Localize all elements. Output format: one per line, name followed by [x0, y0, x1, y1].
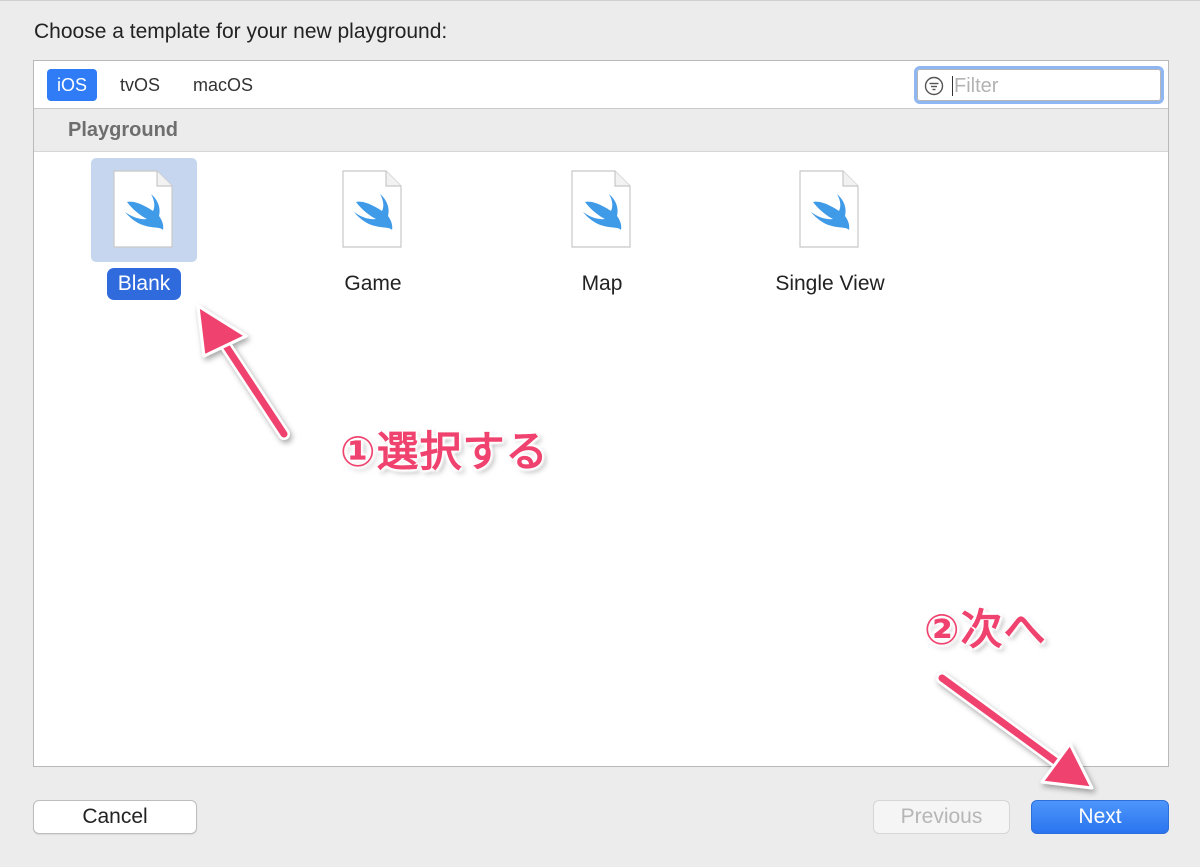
next-button[interactable]: Next: [1031, 800, 1169, 834]
cancel-button[interactable]: Cancel: [33, 800, 197, 834]
annotation-step2: ②次へ: [924, 605, 1047, 654]
tab-tvos[interactable]: tvOS: [110, 69, 170, 101]
tab-macos[interactable]: macOS: [183, 69, 263, 101]
window-top-border: [0, 0, 1200, 1]
template-icon-frame: [777, 158, 883, 262]
tab-ios[interactable]: iOS: [47, 69, 98, 101]
section-header: Playground: [34, 109, 1168, 152]
template-panel: iOS tvOS macOS Playground: [33, 60, 1169, 767]
template-blank[interactable]: Blank: [44, 158, 244, 308]
template-label: Blank: [44, 268, 244, 300]
swift-file-icon: [113, 170, 173, 248]
section-title: Playground: [68, 119, 179, 141]
template-label-text: Single View: [775, 272, 885, 295]
filter-field-frame: [917, 69, 1161, 101]
template-map[interactable]: Map: [502, 158, 702, 308]
template-icon-frame: [320, 158, 426, 262]
filter-field[interactable]: [914, 66, 1164, 104]
filter-input[interactable]: [954, 73, 1154, 99]
template-label: Game: [273, 268, 473, 300]
annotation-step1: ①選択する: [340, 427, 549, 476]
template-label-text: Game: [344, 272, 402, 295]
template-game[interactable]: Game: [273, 158, 473, 308]
previous-button[interactable]: Previous: [873, 800, 1010, 834]
platform-bar: iOS tvOS macOS: [34, 61, 1168, 109]
swift-file-icon: [342, 170, 402, 248]
text-cursor: [952, 76, 953, 96]
template-icon-frame: [549, 158, 655, 262]
swift-file-icon: [571, 170, 631, 248]
filter-icon: [924, 76, 944, 96]
template-label: Map: [502, 268, 702, 300]
swift-file-icon: [799, 170, 859, 248]
dialog-title: Choose a template for your new playgroun…: [34, 20, 448, 43]
template-single-view[interactable]: Single View: [730, 158, 930, 308]
template-icon-frame: [91, 158, 197, 262]
template-label: Single View: [730, 268, 930, 300]
template-label-text: Map: [581, 272, 623, 295]
template-label-text: Blank: [106, 268, 182, 300]
